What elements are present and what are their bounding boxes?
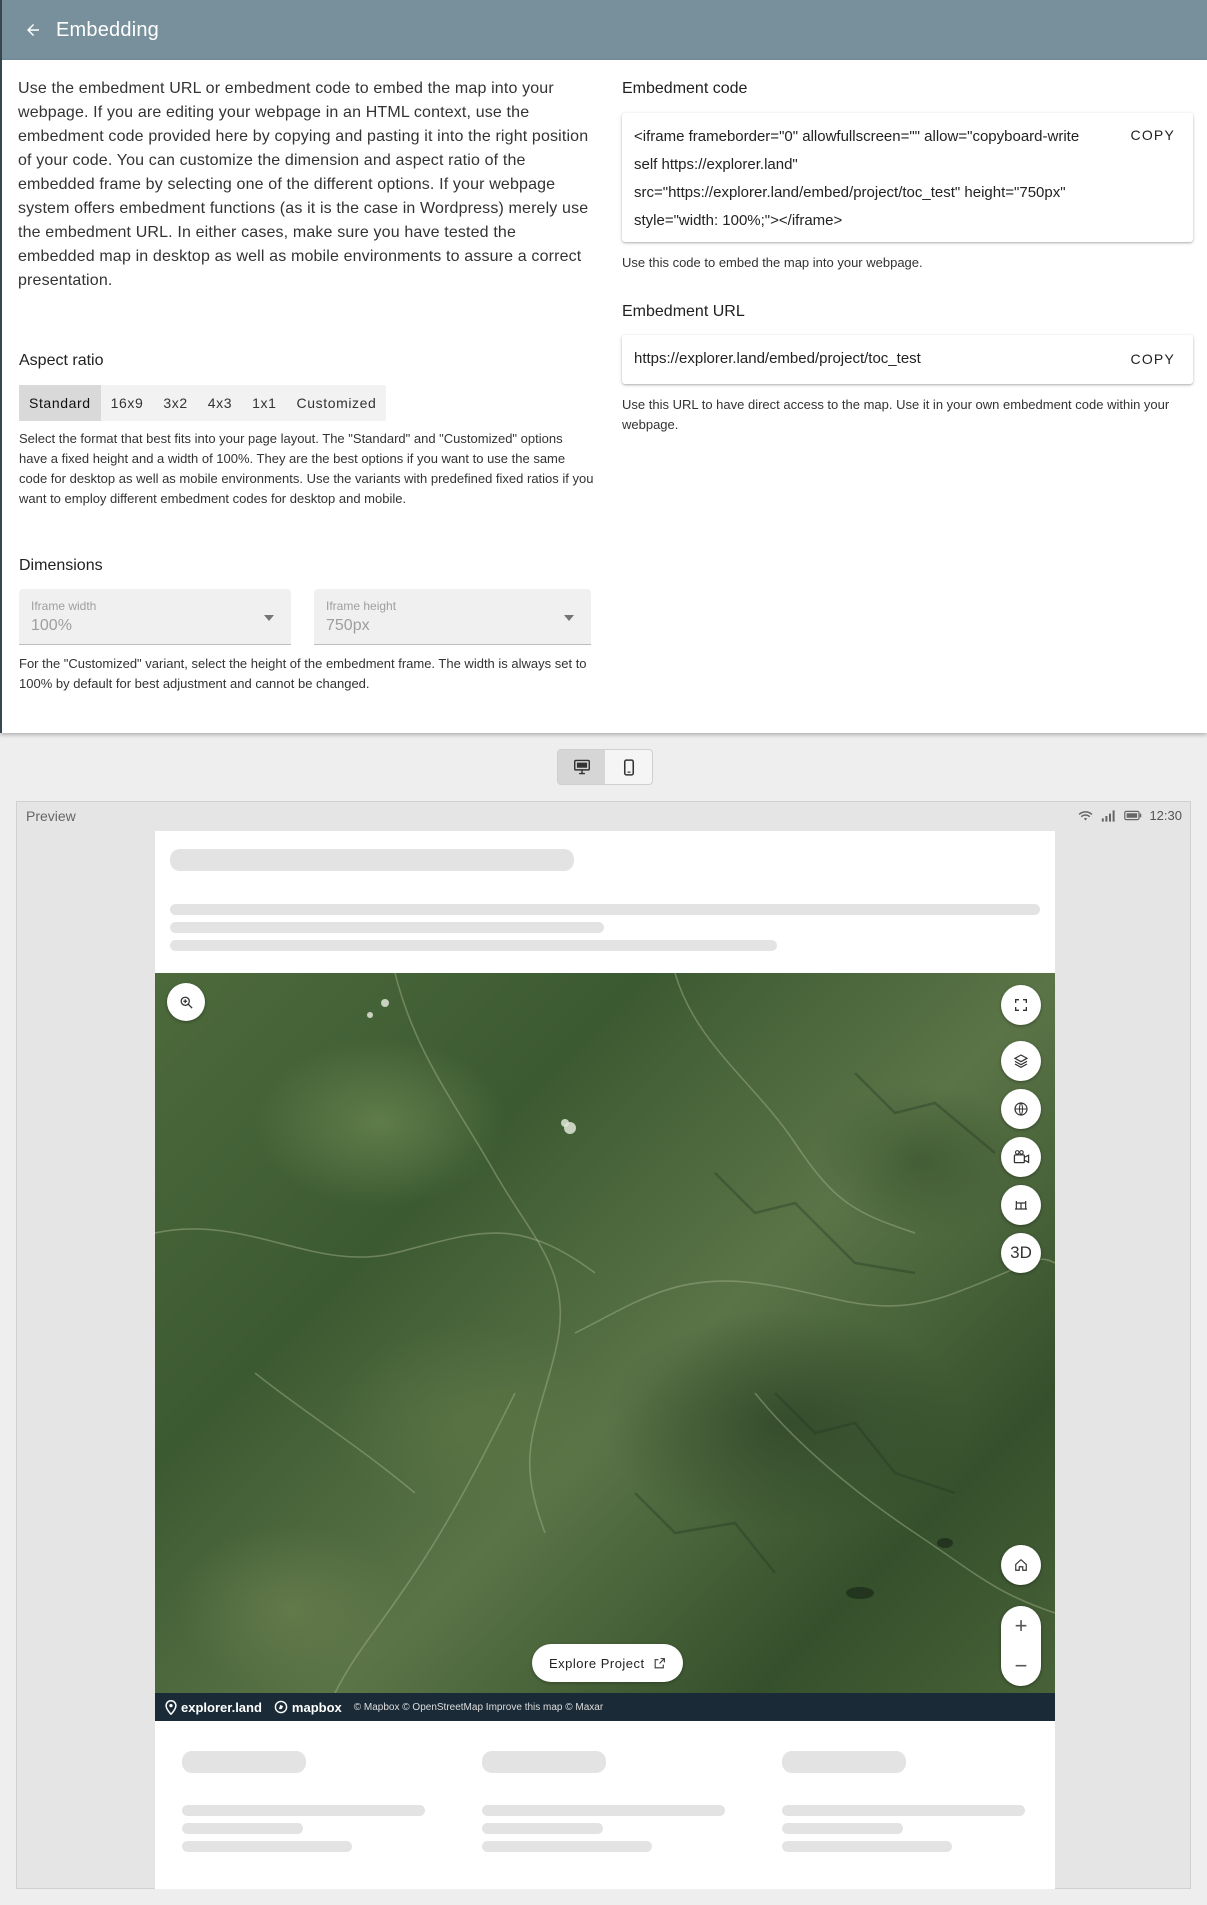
intro-text: Use the embedment URL or embedment code … (18, 80, 589, 289)
skeleton-line (170, 904, 1040, 915)
skeleton-line (782, 1805, 1025, 1816)
chevron-down-icon (564, 615, 574, 621)
explorer-land-logo[interactable]: explorer.land (165, 1699, 262, 1715)
embed-code-hint: Use this code to embed the map into your… (622, 255, 923, 270)
mobile-view-button[interactable] (605, 750, 652, 784)
app-bar: Embedding (0, 0, 1207, 60)
embed-url-title: Embedment URL (622, 303, 745, 320)
zoom-out-button[interactable]: − (1001, 1646, 1041, 1686)
embed-code-title: Embedment code (622, 80, 748, 97)
ratio-standard[interactable]: Standard (19, 385, 101, 421)
ratio-1x1[interactable]: 1x1 (242, 385, 286, 421)
satellite-map[interactable]: 3D + − Explore Project explorer.land map… (155, 973, 1055, 1721)
embed-url-hint: Use this URL to have direct access to th… (622, 397, 1170, 432)
iframe-width-label: Iframe width (31, 599, 97, 613)
ratio-4x3[interactable]: 4x3 (198, 385, 242, 421)
skeleton-title (170, 849, 574, 871)
map-pin-icon (165, 1699, 177, 1715)
map-attribution[interactable]: © Mapbox © OpenStreetMap Improve this ma… (354, 1702, 603, 1713)
page-title: Embedding (56, 18, 159, 41)
desktop-view-button[interactable] (558, 750, 605, 784)
desktop-icon (573, 759, 590, 775)
aspect-ratio-title: Aspect ratio (19, 352, 104, 369)
skeleton-line (182, 1841, 352, 1852)
preview-page: 3D + − Explore Project explorer.land map… (155, 831, 1055, 1889)
three-d-label: 3D (1010, 1243, 1032, 1262)
skeleton-line (170, 922, 604, 933)
skeleton-line (182, 1823, 303, 1834)
explore-project-button[interactable]: Explore Project (532, 1644, 683, 1682)
ratio-3x2[interactable]: 3x2 (153, 385, 197, 421)
home-button[interactable] (1001, 1545, 1041, 1585)
mapbox-brand: mapbox (291, 1699, 342, 1715)
external-link-icon (654, 1657, 665, 1668)
dimensions-title: Dimensions (19, 557, 103, 574)
embed-url-text[interactable]: https://explorer.land/embed/project/toc_… (634, 350, 921, 367)
zoom-search-icon (180, 996, 193, 1009)
aspect-ratio-toggle: Standard 16x9 3x2 4x3 1x1 Customized (19, 385, 387, 421)
preview-frame: Preview 12:30 3D + − Explore Project exp… (16, 801, 1191, 1889)
wifi-icon (1079, 811, 1093, 821)
measure-button[interactable] (1001, 1185, 1041, 1225)
zoom-in-button[interactable]: + (1001, 1606, 1041, 1646)
skeleton-line (482, 1805, 725, 1816)
map-footer: explorer.land mapbox © Mapbox © OpenStre… (155, 1693, 1055, 1721)
settings-panel: Use the embedment URL or embedment code … (0, 60, 1207, 733)
zoom-controls: + − (1001, 1606, 1041, 1686)
terrain-texture (155, 973, 1055, 1693)
camera-button[interactable] (1001, 1137, 1041, 1177)
status-time: 12:30 (1149, 808, 1182, 823)
status-bar: 12:30 (1077, 808, 1182, 823)
back-arrow-icon[interactable] (22, 19, 44, 41)
aspect-ratio-hint: Select the format that best fits into yo… (19, 431, 594, 506)
skeleton-heading (782, 1751, 906, 1773)
layers-button[interactable] (1001, 1041, 1041, 1081)
ruler-icon (1015, 1201, 1027, 1210)
layers-icon (1013, 1054, 1029, 1069)
video-camera-icon (1013, 1150, 1029, 1164)
fullscreen-button[interactable] (1001, 985, 1041, 1025)
ratio-customized[interactable]: Customized (287, 385, 387, 421)
globe-button[interactable] (1001, 1089, 1041, 1129)
embedding-page: Embedding Use the embedment URL or embed… (0, 0, 1207, 1905)
ratio-16x9[interactable]: 16x9 (101, 385, 154, 421)
chevron-down-icon (264, 615, 274, 621)
skeleton-line (170, 940, 777, 951)
battery-icon (1124, 810, 1142, 821)
copy-code-button[interactable]: COPY (1131, 127, 1175, 143)
three-d-button[interactable]: 3D (1001, 1233, 1041, 1273)
dimensions-hint: For the "Customized" variant, select the… (19, 656, 587, 691)
copy-url-button[interactable]: COPY (1131, 351, 1175, 367)
mapbox-logo[interactable]: mapbox (274, 1700, 342, 1715)
signal-icon (1102, 809, 1116, 822)
skeleton-line (482, 1841, 652, 1852)
iframe-width-select[interactable]: Iframe width 100% (19, 589, 291, 645)
skeleton-line (482, 1823, 603, 1834)
skeleton-line (782, 1841, 952, 1852)
preview-bar: Preview (17, 802, 1190, 830)
mobile-icon (623, 758, 634, 776)
embed-url-card: https://explorer.land/embed/project/toc_… (622, 335, 1193, 384)
iframe-height-label: Iframe height (326, 599, 397, 613)
embed-code-card: <iframe frameborder="0" allowfullscreen=… (622, 113, 1193, 242)
iframe-height-value: 750px (326, 617, 370, 634)
skeleton-heading (482, 1751, 606, 1773)
skeleton-line (182, 1805, 425, 1816)
device-toggle (557, 749, 653, 785)
fullscreen-icon (1015, 999, 1027, 1011)
embed-code-text[interactable]: <iframe frameborder="0" allowfullscreen=… (634, 123, 1094, 235)
home-icon (1015, 1558, 1027, 1571)
iframe-width-value: 100% (31, 617, 72, 634)
mapbox-icon (274, 1700, 288, 1714)
explorer-land-brand: explorer.land (181, 1699, 262, 1715)
preview-label: Preview (26, 808, 76, 824)
globe-icon (1014, 1102, 1028, 1116)
skeleton-line (782, 1823, 903, 1834)
skeleton-heading (182, 1751, 306, 1773)
explore-project-label: Explore Project (549, 1655, 645, 1671)
iframe-height-select[interactable]: Iframe height 750px (314, 589, 591, 645)
zoom-to-extent-button[interactable] (167, 983, 205, 1021)
